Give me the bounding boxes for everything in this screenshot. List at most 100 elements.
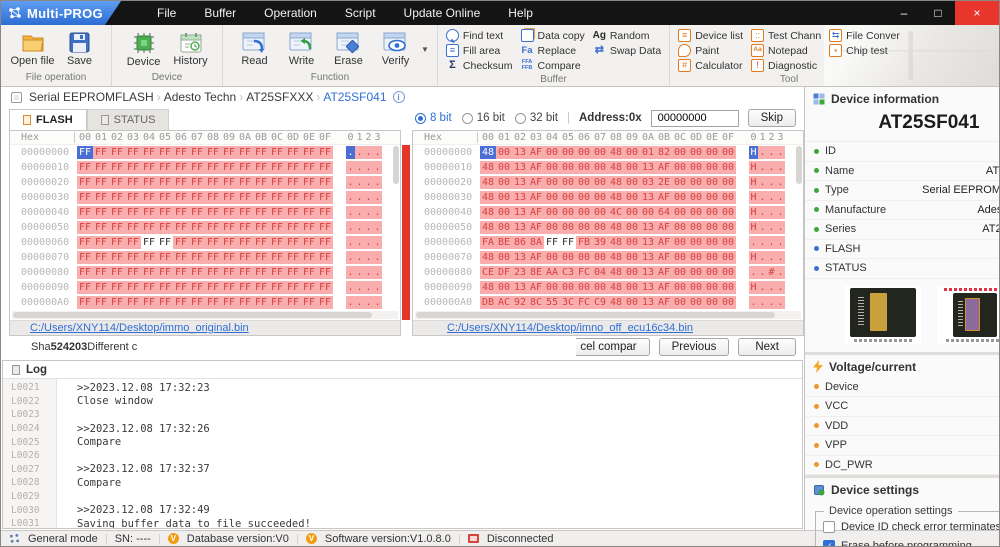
random-button[interactable]: AgRandom: [593, 29, 661, 42]
hex-byte-cell[interactable]: FF: [269, 206, 285, 219]
erase-button[interactable]: Erase: [325, 32, 372, 67]
hex-byte-cell[interactable]: 00: [672, 266, 688, 279]
ascii-cell[interactable]: .: [749, 236, 758, 249]
device-button[interactable]: Device: [120, 32, 167, 68]
hex-byte-cell[interactable]: 8E: [528, 266, 544, 279]
hex-byte-cell[interactable]: FF: [253, 266, 269, 279]
hex-byte-cell[interactable]: 39: [592, 236, 608, 249]
hex-byte-cell[interactable]: FF: [237, 281, 253, 294]
hex-byte-cell[interactable]: FF: [157, 176, 173, 189]
hex-byte-cell[interactable]: 00: [592, 221, 608, 234]
hex-byte-cell[interactable]: 48: [480, 176, 496, 189]
radio-32-bit[interactable]: 32 bit: [515, 112, 558, 124]
ascii-cell[interactable]: .: [364, 161, 373, 174]
ascii-cell[interactable]: #: [767, 266, 776, 279]
previous-button[interactable]: Previous: [659, 338, 730, 356]
hex-byte-cell[interactable]: FF: [141, 221, 157, 234]
hex-byte-cell[interactable]: FF: [317, 281, 333, 294]
hex-byte-cell[interactable]: FF: [205, 221, 221, 234]
hex-byte-cell[interactable]: FF: [77, 176, 93, 189]
ascii-cell[interactable]: .: [776, 206, 785, 219]
hex-byte-cell[interactable]: 00: [624, 206, 640, 219]
ascii-cell[interactable]: .: [364, 266, 373, 279]
hex-byte-cell[interactable]: 00: [672, 221, 688, 234]
hex-byte-cell[interactable]: 00: [672, 296, 688, 309]
device-list-button[interactable]: ≡Device list: [678, 29, 743, 42]
ascii-cell[interactable]: .: [364, 146, 373, 159]
hex-byte-cell[interactable]: AC: [496, 296, 512, 309]
ascii-cell[interactable]: .: [776, 176, 785, 189]
hex-byte-cell[interactable]: FF: [269, 236, 285, 249]
hex-byte-cell[interactable]: 48: [480, 161, 496, 174]
hex-byte-cell[interactable]: FF: [237, 236, 253, 249]
hex-byte-cell[interactable]: 00: [704, 221, 720, 234]
hex-byte-cell[interactable]: FF: [237, 221, 253, 234]
hex-byte-cell[interactable]: FF: [141, 281, 157, 294]
hex-byte-cell[interactable]: FF: [205, 251, 221, 264]
hex-byte-cell[interactable]: 00: [688, 221, 704, 234]
ascii-cell[interactable]: .: [346, 206, 355, 219]
hex-byte-cell[interactable]: 00: [544, 191, 560, 204]
hex-byte-cell[interactable]: FF: [253, 146, 269, 159]
hex-byte-cell[interactable]: FF: [157, 251, 173, 264]
ascii-cell[interactable]: .: [373, 146, 382, 159]
hex-byte-cell[interactable]: FF: [253, 161, 269, 174]
hex-byte-cell[interactable]: FF: [285, 266, 301, 279]
function-dropdown-caret[interactable]: ▼: [421, 45, 429, 54]
ascii-cell[interactable]: .: [373, 161, 382, 174]
hex-byte-cell[interactable]: FF: [317, 266, 333, 279]
diagnostic-button[interactable]: !Diagnostic: [751, 59, 821, 72]
hex-byte-cell[interactable]: FF: [157, 281, 173, 294]
ascii-cell[interactable]: .: [767, 161, 776, 174]
ascii-cell[interactable]: .: [767, 236, 776, 249]
hex-byte-cell[interactable]: FF: [285, 176, 301, 189]
hex-byte-cell[interactable]: FF: [221, 206, 237, 219]
fill-area-button[interactable]: ≡Fill area: [446, 44, 513, 57]
hex-byte-cell[interactable]: FF: [237, 146, 253, 159]
hex-byte-cell[interactable]: 13: [512, 281, 528, 294]
hex-byte-cell[interactable]: 00: [544, 206, 560, 219]
hex-byte-cell[interactable]: FF: [77, 281, 93, 294]
hex-byte-cell[interactable]: FF: [205, 161, 221, 174]
ascii-cell[interactable]: .: [758, 161, 767, 174]
hex-byte-cell[interactable]: AF: [528, 191, 544, 204]
ascii-cell[interactable]: .: [767, 281, 776, 294]
hex-byte-cell[interactable]: FF: [237, 206, 253, 219]
hex-byte-cell[interactable]: 00: [720, 206, 736, 219]
hex-byte-cell[interactable]: FF: [301, 176, 317, 189]
hex-byte-cell[interactable]: FF: [560, 236, 576, 249]
ascii-cell[interactable]: .: [758, 146, 767, 159]
swap-data-button[interactable]: ⇄Swap Data: [593, 44, 661, 57]
ascii-cell[interactable]: .: [749, 296, 758, 309]
ascii-cell[interactable]: .: [758, 236, 767, 249]
hex-byte-cell[interactable]: FF: [317, 296, 333, 309]
hex-byte-cell[interactable]: FF: [221, 176, 237, 189]
hex-byte-cell[interactable]: FF: [301, 191, 317, 204]
hex-byte-cell[interactable]: FF: [205, 266, 221, 279]
ascii-cell[interactable]: H: [749, 281, 758, 294]
ascii-cell[interactable]: .: [364, 176, 373, 189]
hex-byte-cell[interactable]: FF: [141, 191, 157, 204]
hex-byte-cell[interactable]: 00: [688, 281, 704, 294]
ascii-cell[interactable]: .: [346, 176, 355, 189]
hex-byte-cell[interactable]: FF: [317, 251, 333, 264]
hex-byte-cell[interactable]: FF: [173, 161, 189, 174]
hex-byte-cell[interactable]: 13: [640, 191, 656, 204]
hex-byte-cell[interactable]: 00: [624, 176, 640, 189]
history-button[interactable]: History: [167, 32, 214, 67]
hex-byte-cell[interactable]: FF: [141, 206, 157, 219]
close-button[interactable]: ×: [955, 1, 999, 25]
ascii-cell[interactable]: .: [758, 176, 767, 189]
hex-byte-cell[interactable]: C9: [592, 296, 608, 309]
hex-byte-cell[interactable]: 00: [560, 176, 576, 189]
hex-byte-cell[interactable]: 13: [512, 146, 528, 159]
ascii-cell[interactable]: .: [346, 266, 355, 279]
hex-byte-cell[interactable]: FF: [93, 146, 109, 159]
hex-byte-cell[interactable]: FF: [93, 281, 109, 294]
hex-byte-cell[interactable]: FF: [269, 266, 285, 279]
ascii-cell[interactable]: .: [758, 281, 767, 294]
hex-byte-cell[interactable]: 00: [720, 221, 736, 234]
hex-byte-cell[interactable]: 00: [576, 176, 592, 189]
hex-byte-cell[interactable]: 00: [688, 191, 704, 204]
hex-byte-cell[interactable]: FF: [173, 221, 189, 234]
